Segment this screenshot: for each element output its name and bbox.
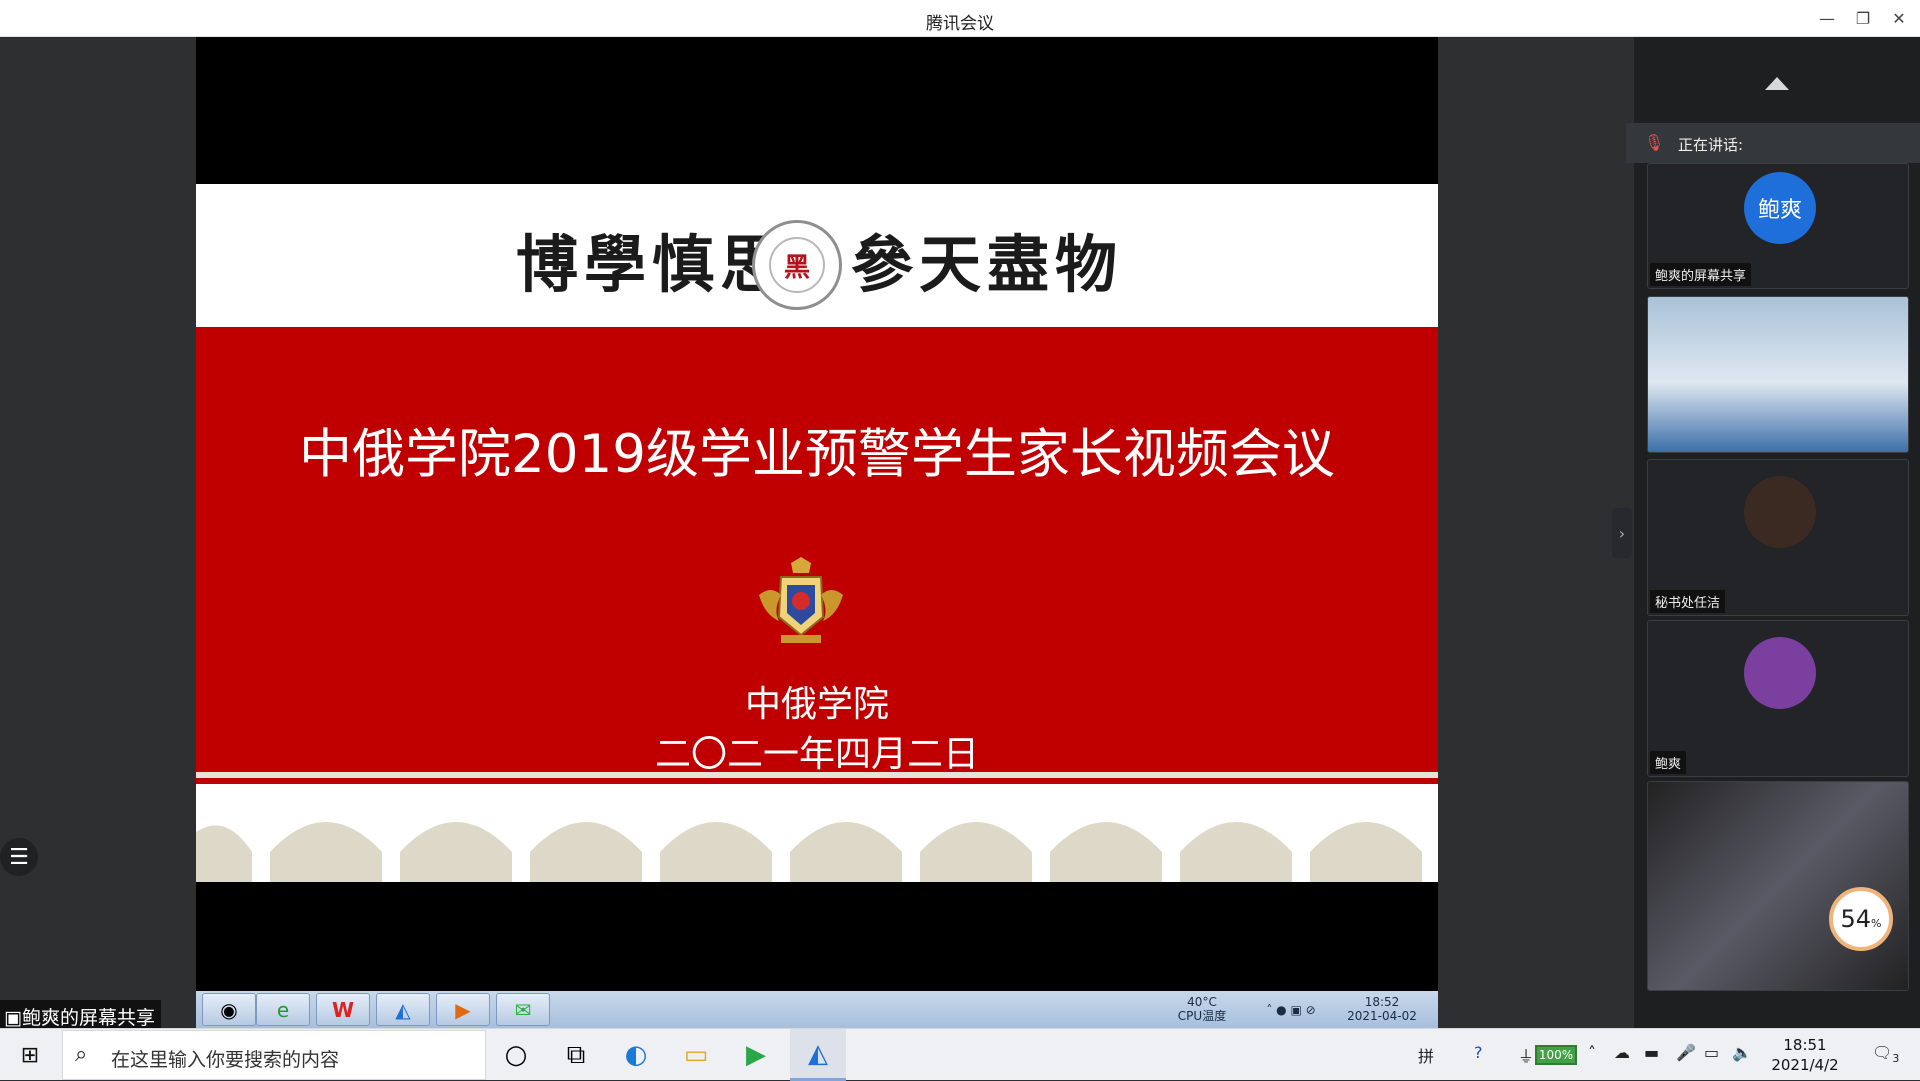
shared-taskbar: ◉ e W ◭ ▶ ✉ 40°C CPU温度 ˄ ● ▣ ⊘ 18:52 202… — [196, 991, 1438, 1028]
collapse-panel-button[interactable]: › — [1612, 508, 1632, 558]
shared-screen: 博學慎思 黑 參天盡物 中俄学院2019级学业预警学生家长视频会议 中俄学院 二… — [196, 37, 1438, 1028]
participant-panel: › 🎙 正在讲话: 鲍爽 鲍爽的屏幕共享 秘书处任洁 鲍爽 54% — [1612, 37, 1920, 1028]
windows-taskbar: ⊞ ⌕ 在这里输入你要搜索的内容 ○ ⧉ ◐ ▭ ▶ ◭ 拼 ? ⏚ 100% … — [0, 1028, 1920, 1081]
avatar — [1744, 637, 1816, 709]
clock-time: 18:51 — [1783, 1036, 1827, 1054]
edge-icon[interactable]: ◐ — [608, 1029, 664, 1081]
participant-name: 鲍爽的屏幕共享 — [1650, 263, 1752, 286]
ime-icon[interactable]: 拼 — [1418, 1043, 1434, 1067]
cortana-icon[interactable]: ○ — [488, 1029, 544, 1081]
motto-right: 參天盡物 — [851, 228, 1124, 301]
speaking-indicator: 🎙 正在讲话: — [1626, 123, 1920, 163]
slide-org: 中俄学院 — [744, 684, 889, 725]
help-icon[interactable]: ? — [1474, 1043, 1483, 1062]
avatar — [1744, 476, 1816, 548]
chevron-up-icon[interactable]: ˄ — [1588, 1043, 1596, 1062]
speaking-label: 正在讲话: — [1678, 136, 1744, 154]
tencent-meeting-icon: ◭ — [376, 993, 430, 1026]
share-icon: ▣ — [4, 1007, 22, 1029]
shared-date: 2021-04-02 — [1347, 1009, 1417, 1023]
mic-muted-icon: 🎙 — [1644, 133, 1665, 152]
participant-tile[interactable]: 鲍爽 鲍爽的屏幕共享 — [1647, 163, 1909, 289]
cpu-usage-badge: 54% — [1829, 887, 1893, 951]
participant-name: 秘书处任洁 — [1650, 590, 1726, 613]
volume-icon[interactable]: 🔈 — [1732, 1043, 1752, 1062]
battery-icon[interactable]: ▬ — [1644, 1043, 1659, 1062]
media-player-icon[interactable]: ▶ — [728, 1029, 784, 1081]
microphone-icon[interactable]: 🎤 — [1676, 1043, 1696, 1062]
participant-name: 鲍爽 — [1650, 751, 1687, 774]
notification-icon[interactable]: 🗨3 — [1872, 1043, 1899, 1065]
shared-time: 18:52 — [1364, 995, 1400, 1009]
main-stage: 博學慎思 黑 參天盡物 中俄学院2019级学业预警学生家长视频会议 中俄学院 二… — [0, 37, 1634, 1033]
cpu-temp-label: CPU温度 — [1177, 1009, 1227, 1023]
search-placeholder: 在这里输入你要搜索的内容 — [111, 1049, 340, 1071]
scroll-up-icon[interactable] — [1765, 77, 1789, 90]
participant-tile[interactable]: 鲍爽 — [1647, 620, 1909, 777]
participant-tile[interactable]: 秘书处任洁 — [1647, 459, 1909, 616]
minimize-button[interactable]: — — [1810, 4, 1844, 32]
menu-list-icon[interactable]: ☰ — [0, 838, 38, 876]
participant-video-tile[interactable] — [1647, 781, 1909, 991]
task-view-icon[interactable]: ⧉ — [548, 1029, 604, 1081]
search-icon: ⌕ — [75, 1042, 88, 1067]
wechat-icon: ✉ — [496, 993, 550, 1026]
university-seal: 黑 — [752, 220, 842, 310]
participant-video-tile[interactable] — [1647, 296, 1909, 453]
window-title: 腾讯会议 — [926, 14, 994, 34]
plug-icon: ⏚ — [1518, 1047, 1535, 1066]
slide-body: 中俄学院2019级学业预警学生家长视频会议 中俄学院 二〇二一年四月二日 — [196, 327, 1438, 775]
windows-start-icon[interactable]: ⊞ — [0, 1029, 60, 1081]
arch-decoration-icon — [196, 772, 1438, 882]
slide-arches — [196, 772, 1438, 882]
network-icon[interactable]: ▭ — [1704, 1043, 1719, 1062]
slide-title: 中俄学院2019级学业预警学生家长视频会议 — [299, 424, 1335, 485]
tencent-meeting-icon[interactable]: ◭ — [790, 1029, 846, 1081]
presentation-icon: ▶ — [436, 993, 490, 1026]
wps-icon: W — [316, 993, 370, 1026]
win7-start-icon: ◉ — [202, 993, 256, 1026]
restore-button[interactable]: ❐ — [1846, 4, 1880, 32]
slide-header: 博學慎思 黑 參天盡物 — [196, 184, 1438, 327]
motto-left: 博學慎思 — [516, 228, 789, 301]
browser-icon: e — [256, 993, 310, 1026]
avatar: 鲍爽 — [1744, 172, 1816, 244]
battery-indicator[interactable]: 100% — [1535, 1045, 1577, 1065]
clock[interactable]: 18:51 2021/4/2 — [1752, 1035, 1858, 1075]
college-crest-icon — [759, 557, 843, 643]
close-button[interactable]: ✕ — [1882, 4, 1916, 32]
file-explorer-icon[interactable]: ▭ — [668, 1029, 724, 1081]
search-box[interactable]: ⌕ 在这里输入你要搜索的内容 — [62, 1030, 486, 1080]
title-bar: 腾讯会议 — ❐ ✕ — [0, 0, 1920, 37]
cpu-temp: 40°C — [1187, 995, 1217, 1009]
slide-date: 二〇二一年四月二日 — [654, 734, 979, 775]
seal-center: 黑 — [769, 237, 825, 293]
cloud-icon[interactable]: ☁ — [1614, 1043, 1630, 1062]
shared-tray-icons: ˄ ● ▣ ⊘ — [1266, 1003, 1316, 1017]
clock-date: 2021/4/2 — [1771, 1056, 1839, 1074]
